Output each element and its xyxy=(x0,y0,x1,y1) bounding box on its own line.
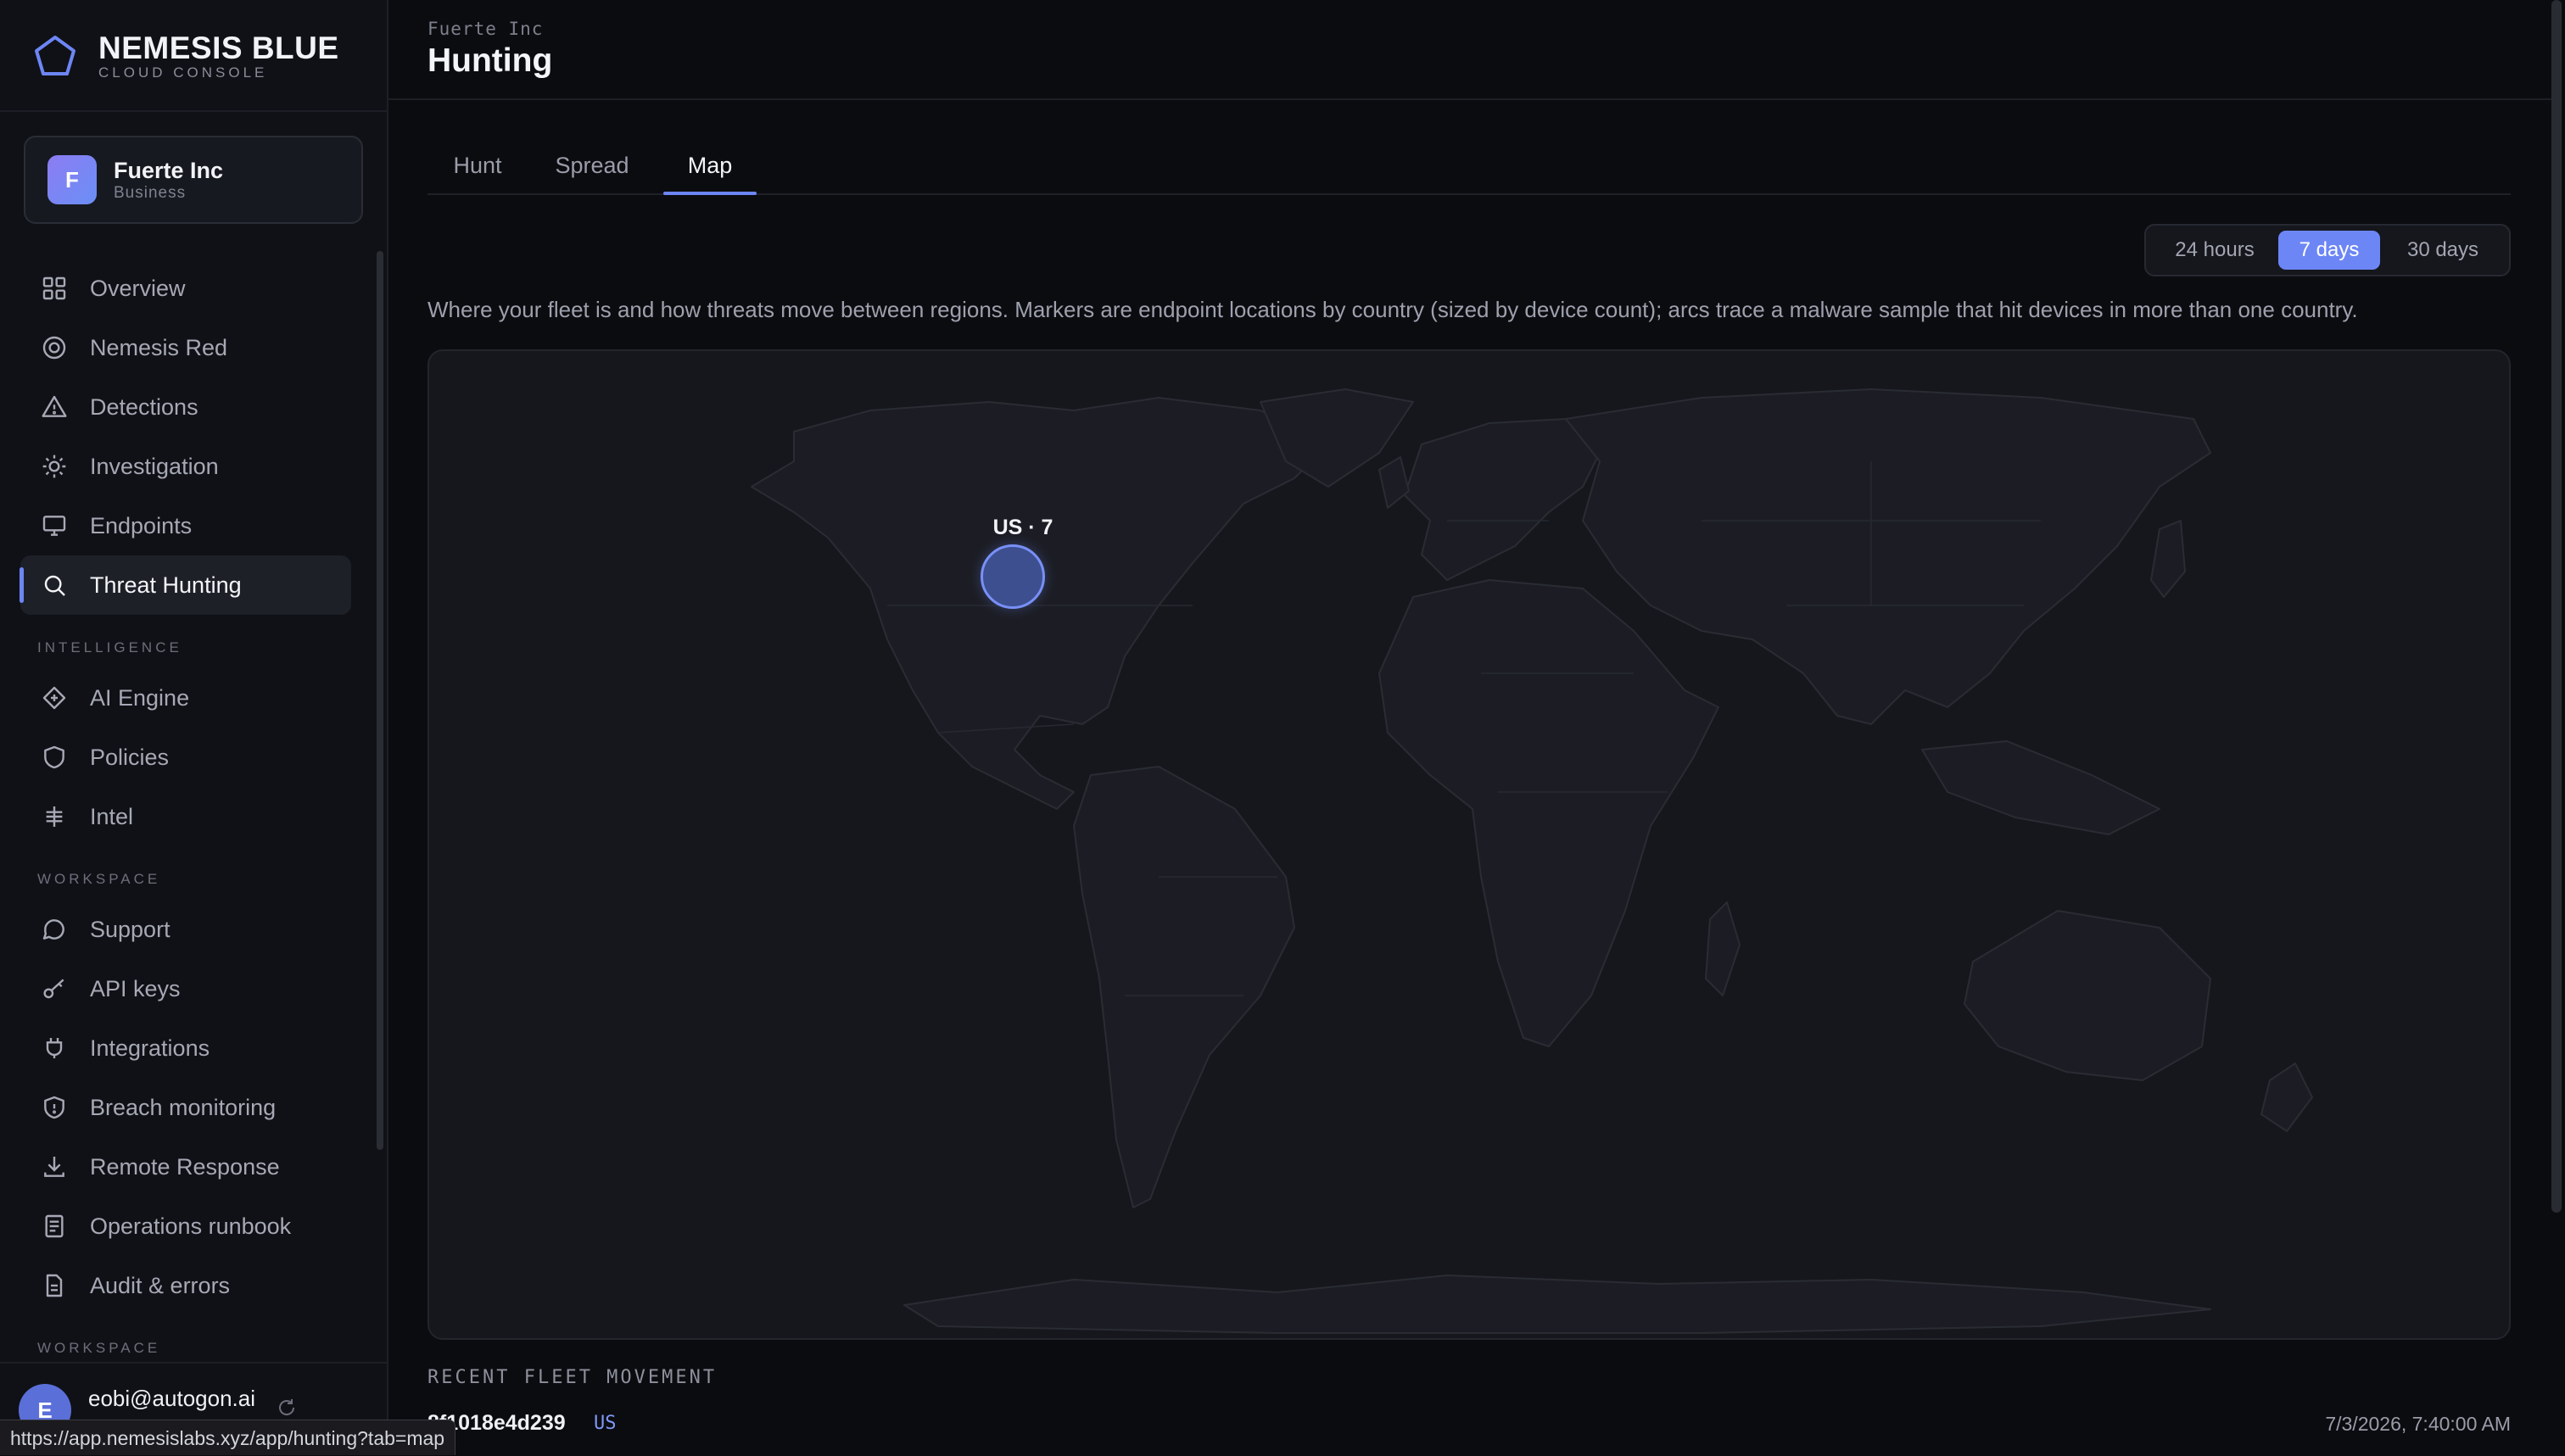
sidebar-item-remote-response[interactable]: Remote Response xyxy=(20,1137,351,1197)
org-plan: Business xyxy=(114,184,187,202)
divider xyxy=(0,110,387,112)
sidebar-item-label: API keys xyxy=(90,975,181,1001)
sidebar-item-support[interactable]: Support xyxy=(20,900,351,959)
grid-icon xyxy=(42,276,66,300)
sidebar-item-label: Operations runbook xyxy=(90,1213,292,1239)
sidebar-item-label: Investigation xyxy=(90,453,219,479)
sidebar-item-breach-monitoring[interactable]: Breach monitoring xyxy=(20,1078,351,1137)
tab-spread[interactable]: Spread xyxy=(529,137,655,193)
sidebar-item-threat-hunting[interactable]: Threat Hunting xyxy=(20,555,351,615)
download-icon xyxy=(44,1157,64,1177)
file-icon xyxy=(46,1274,63,1297)
tab-hunt[interactable]: Hunt xyxy=(428,137,528,193)
world-map[interactable]: US · 7 xyxy=(428,349,2511,1340)
europe xyxy=(1404,418,1601,581)
search-icon xyxy=(44,575,65,596)
section-title-recent-movement: RECENT FLEET MOVEMENT xyxy=(428,1367,718,1388)
range-24-hours-button[interactable]: 24 hours xyxy=(2154,231,2275,270)
sidebar-item-api-keys[interactable]: API keys xyxy=(20,959,351,1018)
key-icon xyxy=(43,979,64,999)
sidebar-item-integrations[interactable]: Integrations xyxy=(20,1018,351,1078)
south-america xyxy=(1073,766,1295,1208)
plug-icon xyxy=(46,1038,63,1058)
range-30-days-button[interactable]: 30 days xyxy=(2385,231,2501,270)
sun-bug-icon xyxy=(42,455,66,478)
shield-alert-icon xyxy=(44,1096,64,1119)
nav-section-workspace: WORKSPACE xyxy=(37,871,161,887)
sidebar-item-label: Remote Response xyxy=(90,1153,280,1180)
tab-bar: Hunt Spread Map xyxy=(428,137,2511,195)
sidebar-item-endpoints[interactable]: Endpoints xyxy=(20,496,351,555)
monitor-icon xyxy=(42,516,66,536)
sidebar-item-ai-engine[interactable]: AI Engine xyxy=(20,668,351,728)
nav-section-workspace-2: WORKSPACE xyxy=(37,1340,161,1356)
new-zealand xyxy=(2260,1063,2313,1132)
tab-map[interactable]: Map xyxy=(663,137,757,195)
hash-icon xyxy=(46,806,63,827)
africa xyxy=(1378,579,1719,1047)
sidebar-item-label: Nemesis Red xyxy=(90,334,228,360)
sidebar-item-label: Support xyxy=(90,916,170,942)
breadcrumb[interactable]: Fuerte Inc xyxy=(428,19,543,39)
sidebar-item-label: Audit & errors xyxy=(90,1272,231,1298)
sidebar-item-label: Breach monitoring xyxy=(90,1094,277,1120)
divider xyxy=(0,1362,387,1364)
page-scrollbar[interactable] xyxy=(2551,0,2562,1213)
book-icon xyxy=(45,1214,64,1238)
sidebar-item-label: Integrations xyxy=(90,1035,210,1061)
sidebar-item-investigation[interactable]: Investigation xyxy=(20,437,351,496)
diamond-icon xyxy=(42,686,66,710)
user-email: eobi@autogon.ai xyxy=(88,1386,255,1411)
brand-name: NEMESIS BLUE xyxy=(98,31,339,65)
sidebar-item-detections[interactable]: Detections xyxy=(20,377,351,437)
brand-subtitle: CLOUD CONSOLE xyxy=(98,64,268,81)
list-item[interactable]: 8f1018e4d239 US 7/3/2026, 7:40:00 AM xyxy=(428,1408,2511,1442)
japan xyxy=(2150,520,2186,598)
sidebar-item-label: Endpoints xyxy=(90,512,193,538)
sidebar-item-audit-errors[interactable]: Audit & errors xyxy=(20,1256,351,1315)
org-avatar: F xyxy=(48,155,97,204)
top-bar: Fuerte Inc Hunting xyxy=(388,0,2551,100)
sidebar-item-label: Policies xyxy=(90,744,170,770)
refresh-icon[interactable] xyxy=(277,1397,297,1418)
country-code: US xyxy=(594,1413,617,1434)
time-range-selector: 24 hours 7 days 30 days xyxy=(2144,224,2511,276)
se-asia-islands xyxy=(1921,740,2160,835)
range-7-days-button[interactable]: 7 days xyxy=(2278,231,2380,270)
nav-section-intelligence: INTELLIGENCE xyxy=(37,639,182,655)
antarctica xyxy=(903,1275,2211,1334)
timestamp: 7/3/2026, 7:40:00 AM xyxy=(2325,1413,2511,1435)
sidebar-item-operations-runbook[interactable]: Operations runbook xyxy=(20,1197,351,1256)
uk xyxy=(1378,456,1410,509)
sidebar-item-label: Threat Hunting xyxy=(90,572,242,598)
target-icon xyxy=(42,336,66,360)
australia xyxy=(1964,910,2211,1081)
status-bar-url: https://app.nemesislabs.xyz/app/hunting?… xyxy=(0,1420,456,1455)
map-marker-label: US · 7 xyxy=(992,516,1053,539)
world-map-svg xyxy=(751,388,2313,1334)
org-switcher[interactable]: F Fuerte Inc Business xyxy=(24,136,363,224)
sidebar-item-policies[interactable]: Policies xyxy=(20,728,351,787)
sidebar: NEMESIS BLUE CLOUD CONSOLE F Fuerte Inc … xyxy=(0,0,388,1455)
sidebar-item-overview[interactable]: Overview xyxy=(20,259,351,318)
pentagon-logo-icon xyxy=(35,36,75,75)
warning-triangle-icon xyxy=(42,395,67,417)
sidebar-scrollbar[interactable] xyxy=(377,251,383,1150)
page-title: Hunting xyxy=(428,42,553,79)
sidebar-item-label: Overview xyxy=(90,275,186,301)
brand[interactable]: NEMESIS BLUE CLOUD CONSOLE xyxy=(32,31,339,81)
north-america xyxy=(751,397,1329,810)
sidebar-item-nemesis-red[interactable]: Nemesis Red xyxy=(20,318,351,377)
map-description: Where your fleet is and how threats move… xyxy=(428,297,2358,322)
madagascar xyxy=(1705,901,1741,996)
main-content: Fuerte Inc Hunting Hunt Spread Map 24 ho… xyxy=(388,0,2565,1455)
map-marker-us[interactable] xyxy=(981,544,1045,609)
chat-bubble-icon xyxy=(42,919,64,940)
sidebar-item-intel[interactable]: Intel xyxy=(20,787,351,846)
sidebar-item-label: Intel xyxy=(90,803,134,829)
org-name: Fuerte Inc xyxy=(114,158,224,183)
shield-icon xyxy=(44,745,64,769)
sidebar-item-label: AI Engine xyxy=(90,684,190,711)
sidebar-item-label: Detections xyxy=(90,393,198,420)
